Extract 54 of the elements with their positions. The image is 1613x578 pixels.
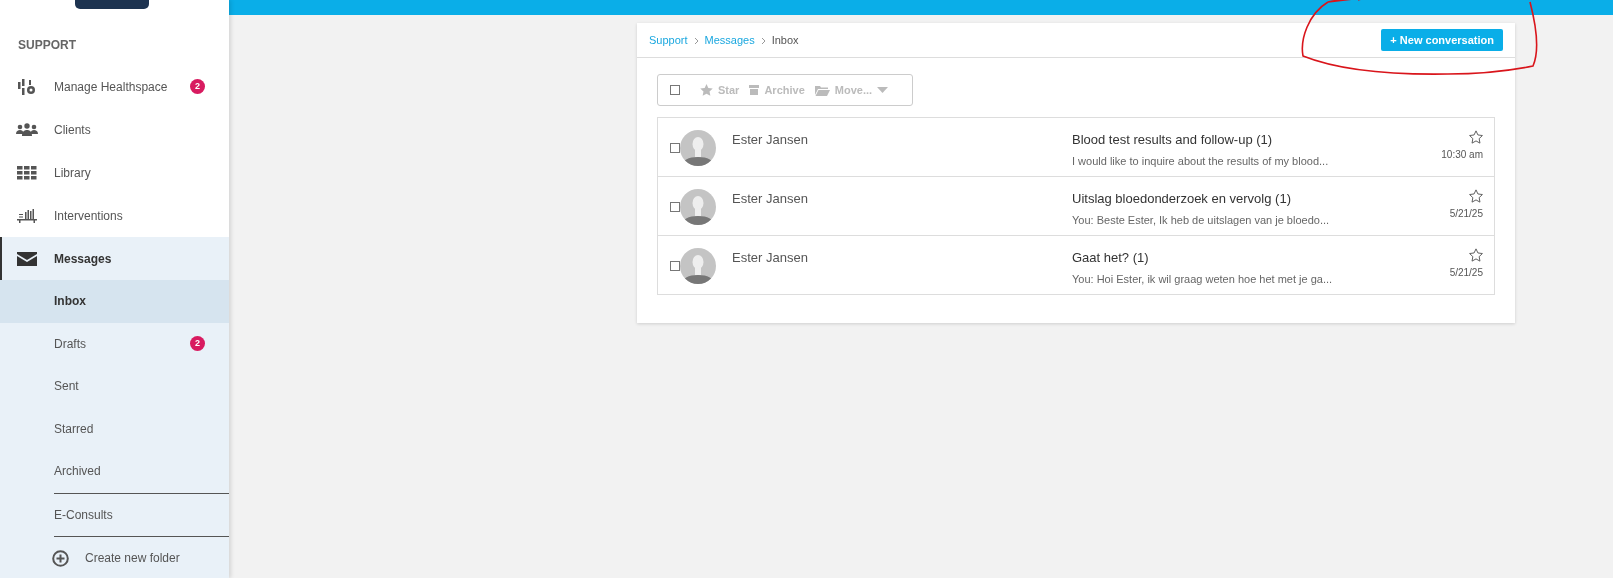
avatar-icon	[680, 189, 716, 225]
section-heading: SUPPORT	[17, 37, 77, 54]
grid-icon	[17, 165, 37, 180]
tools-icon	[17, 77, 37, 96]
message-time: 5/21/25	[1449, 207, 1483, 221]
avatar-icon	[680, 248, 716, 284]
sidebar-item[interactable]: Library	[0, 151, 229, 194]
count-badge: 2	[190, 336, 205, 352]
sidebar-subitem[interactable]: Starred	[0, 407, 229, 450]
row-checkbox[interactable]	[670, 202, 680, 212]
sidebar-item[interactable]: Interventions	[0, 194, 229, 237]
star-icon[interactable]	[1469, 248, 1483, 262]
message-subject: Gaat het? (1)	[1072, 249, 1150, 267]
sidebar-item[interactable]: Clients	[0, 108, 229, 151]
sidebar-item[interactable]: Manage Healthspace 2	[0, 65, 229, 108]
sender-name: Ester Jansen	[732, 131, 809, 149]
chevron-icon	[760, 36, 766, 45]
row-checkbox[interactable]	[670, 261, 680, 271]
message-subject: Blood test results and follow-up (1)	[1072, 131, 1274, 149]
envelope-icon	[17, 251, 37, 266]
message-time: 10:30 am	[1441, 148, 1483, 162]
message-row[interactable]: Ester Jansen Uitslag bloedonderzoek en vervolg (1) You: Beste Ester, Ik heb de uitslagen van je bloedo... 5/21/25	[658, 177, 1494, 236]
sidebar-subitem[interactable]: Inbox	[0, 280, 229, 323]
sidebar-subitem[interactable]: Sent	[0, 365, 229, 408]
caret-icon	[877, 87, 889, 93]
row-checkbox[interactable]	[670, 143, 680, 153]
star-icon[interactable]	[1469, 189, 1483, 203]
sidebar-subitem[interactable]: Drafts 2	[0, 322, 229, 365]
message-subject: Uitslag bloedonderzoek en vervolg (1)	[1072, 190, 1292, 208]
count-badge: 2	[190, 79, 205, 94]
sender-name: Ester Jansen	[732, 249, 809, 267]
archive-icon	[749, 85, 760, 95]
add-icon	[52, 549, 69, 567]
folder-icon	[814, 84, 830, 96]
sidebar-subitem[interactable]: E-Consults	[0, 493, 229, 536]
chevron-icon	[693, 36, 699, 45]
sidebar-item[interactable]: Messages	[0, 237, 229, 280]
sender-name: Ester Jansen	[732, 190, 809, 208]
message-preview: You: Hoi Ester, ik wil graag weten hoe het met je ga...	[1072, 271, 1333, 287]
shelf-icon	[17, 208, 37, 223]
message-time: 5/21/25	[1449, 266, 1483, 280]
avatar-icon	[680, 130, 716, 166]
message-preview: You: Beste Ester, Ik heb de uitslagen van je bloedo...	[1072, 212, 1330, 228]
breadcrumb-current: Inbox	[771, 32, 799, 48]
select-all-checkbox[interactable]	[670, 85, 680, 95]
message-preview: I would like to inquire about the results of my blood...	[1072, 153, 1329, 169]
message-row[interactable]: Ester Jansen Blood test results and follow-up (1) I would like to inquire about the results of my blood... 10:30 am	[658, 118, 1494, 177]
create-folder-link[interactable]: Create new folder	[85, 549, 180, 568]
logo-icon	[75, 0, 149, 9]
people-icon	[16, 122, 38, 137]
star-icon	[700, 84, 713, 96]
sidebar-subitem[interactable]: Archived	[0, 450, 229, 493]
message-row[interactable]: Ester Jansen Gaat het? (1) You: Hoi Ester, ik wil graag weten hoe het met je ga... 5/21/25	[658, 236, 1494, 294]
star-icon[interactable]	[1469, 130, 1483, 144]
